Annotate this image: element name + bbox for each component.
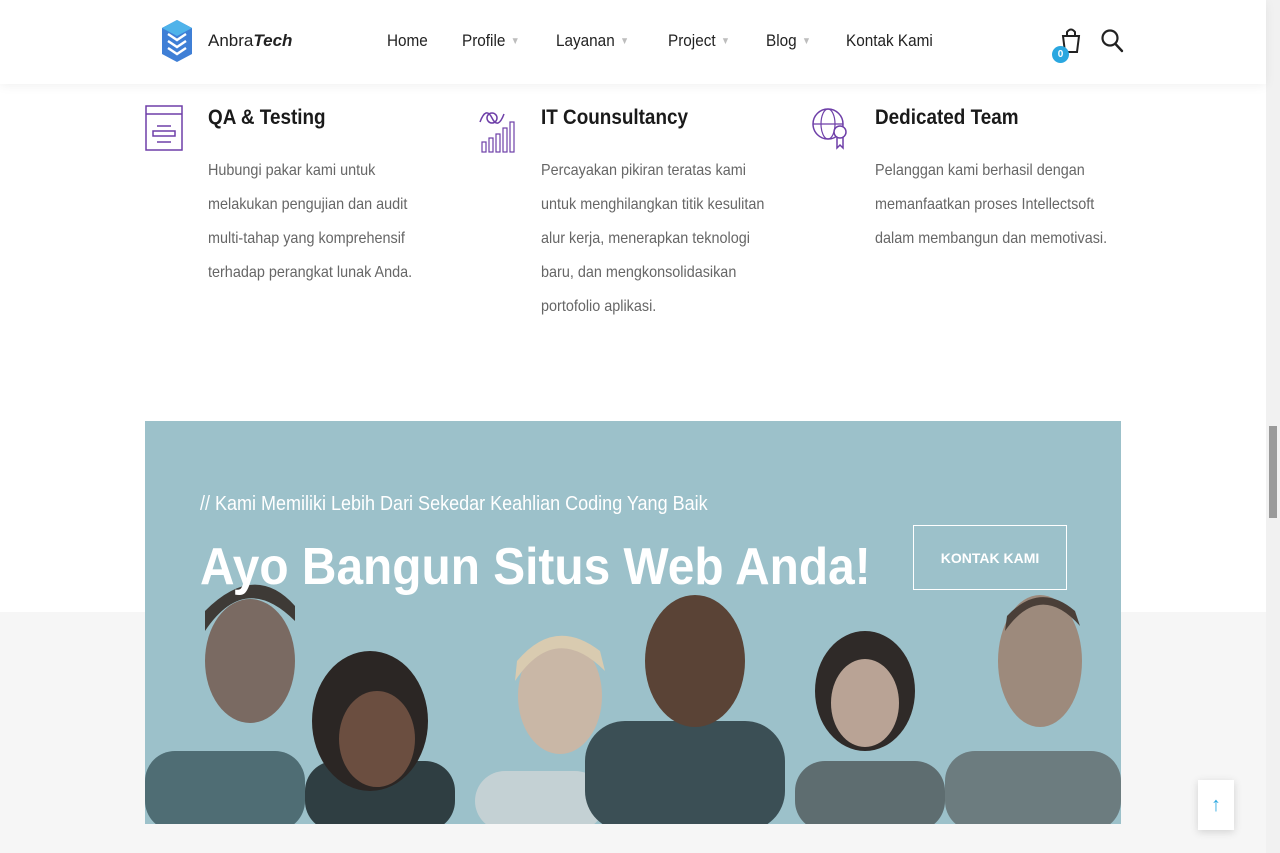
chevron-down-icon: ▼ <box>720 35 730 47</box>
it-consultancy-icon <box>479 112 515 153</box>
banner-headline: Ayo Bangun Situs Web Anda! <box>200 538 871 596</box>
nav-layanan[interactable]: Layanan ▼ <box>556 31 629 51</box>
nav-project[interactable]: Project ▼ <box>668 31 730 51</box>
service-title: IT Counsultancy <box>541 106 689 129</box>
nav-blog[interactable]: Blog ▼ <box>766 31 811 51</box>
service-description: Percayakan pikiran teratas kami untuk me… <box>541 162 765 315</box>
people-photo <box>145 584 1121 824</box>
chevron-down-icon: ▼ <box>511 35 521 47</box>
main-nav: Home Profile ▼ Layanan ▼ Project ▼ Blog ▼ Ko… <box>387 31 943 51</box>
cart-count-badge: 0 <box>1052 46 1069 63</box>
back-to-top-button[interactable]: ↑ <box>1198 780 1234 830</box>
dedicated-team-icon <box>812 108 847 150</box>
nav-profile[interactable]: Profile ▼ <box>462 31 520 51</box>
brand-name: AnbraTech <box>208 31 293 50</box>
service-title: QA & Testing <box>208 106 326 129</box>
arrow-up-icon: ↑ <box>1211 793 1221 816</box>
service-description: Pelanggan kami berhasil dengan memanfaat… <box>875 162 1108 247</box>
cta-banner: // Kami Memiliki Lebih Dari Sekedar Keah… <box>145 421 1121 824</box>
site-header: AnbraTech Home Profile ▼ Layanan ▼ Project… <box>0 0 1266 84</box>
anbratech-logo-icon <box>162 20 192 62</box>
banner-subtitle: // Kami Memiliki Lebih Dari Sekedar Keah… <box>200 493 708 515</box>
scrollbar-thumb[interactable] <box>1269 426 1277 518</box>
qa-testing-icon <box>145 105 183 151</box>
search-icon[interactable] <box>1100 28 1124 54</box>
kontak-kami-button[interactable]: KONTAK KAMI <box>913 525 1067 590</box>
cart-button[interactable]: 0 <box>1052 26 1082 66</box>
chevron-down-icon: ▼ <box>802 35 812 47</box>
brand-logo[interactable]: AnbraTech <box>160 18 292 64</box>
service-description: Hubungi pakar kami untuk melakukan pengu… <box>208 162 413 281</box>
nav-home[interactable]: Home <box>387 31 428 51</box>
chevron-down-icon: ▼ <box>620 35 630 47</box>
nav-kontak-kami[interactable]: Kontak Kami <box>846 31 933 51</box>
service-title: Dedicated Team <box>875 106 1019 129</box>
